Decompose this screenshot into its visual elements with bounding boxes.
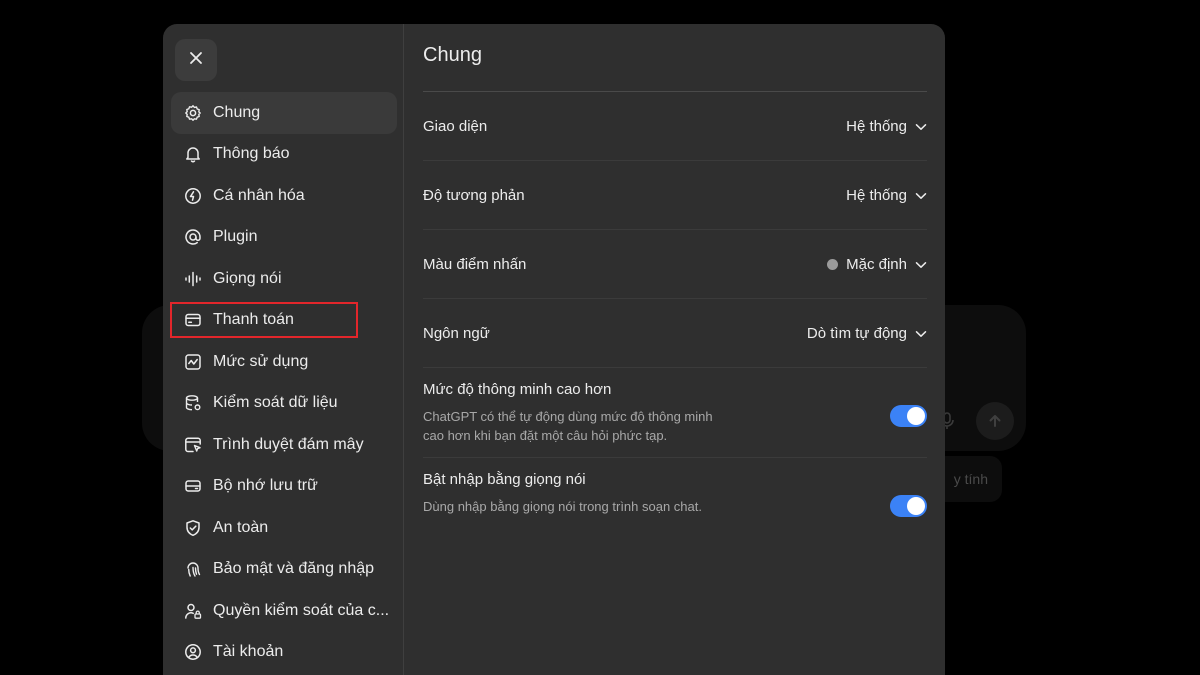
- card-icon: [183, 310, 203, 330]
- select-value: Dò tìm tự động: [806, 324, 907, 342]
- toggle-title: Bật nhập bằng giọng nói: [423, 471, 586, 488]
- sidebar-item-giong-noi[interactable]: Giọng nói: [171, 258, 397, 300]
- background-chip-label: y tính: [953, 471, 988, 487]
- sidebar-item-trinh-duyet-dam-may[interactable]: Trình duyệt đám mây: [171, 424, 397, 466]
- chevron-down-icon: [915, 187, 927, 204]
- shield-icon: [183, 518, 203, 538]
- sidebar-item-label: Tài khoản: [213, 643, 284, 661]
- settings-nav: Chung Thông báo Cá nhân hóa Plugin Giọng…: [170, 92, 403, 674]
- setting-label: Giao diện: [423, 117, 488, 135]
- waveform-icon: [183, 269, 203, 289]
- sidebar-item-plugin[interactable]: Plugin: [171, 217, 397, 259]
- personalize-icon: [183, 186, 203, 206]
- sidebar-item-label: An toàn: [213, 518, 269, 536]
- sidebar-item-label: Cá nhân hóa: [213, 186, 305, 204]
- voice-input-toggle[interactable]: [890, 495, 927, 517]
- cloud-browser-icon: [183, 435, 203, 455]
- sidebar-item-thanh-toan[interactable]: Thanh toán: [170, 300, 397, 342]
- user-lock-icon: [183, 601, 203, 621]
- accent-color-dot: [827, 258, 839, 270]
- settings-sidebar: Chung Thông báo Cá nhân hóa Plugin Giọng…: [163, 24, 404, 675]
- contrast-select[interactable]: Hệ thống: [846, 187, 927, 204]
- sidebar-item-label: Bộ nhớ lưu trữ: [213, 477, 318, 495]
- gear-icon: [183, 103, 203, 123]
- sidebar-item-label: Quyền kiểm soát của c...: [213, 601, 390, 619]
- setting-row-mau-diem-nhan: Màu điểm nhấn Mặc định: [423, 230, 927, 299]
- setting-label: Màu điểm nhấn: [423, 255, 527, 273]
- storage-icon: [183, 476, 203, 496]
- select-value: Hệ thống: [846, 186, 907, 204]
- select-value: Mặc định: [846, 255, 907, 273]
- setting-row-giao-dien: Giao diện Hệ thống: [423, 92, 927, 161]
- settings-modal: Chung Thông báo Cá nhân hóa Plugin Giọng…: [163, 24, 945, 675]
- toggle-description: Dùng nhập bằng giọng nói trong trình soạ…: [423, 499, 702, 514]
- accent-color-select[interactable]: Mặc định: [827, 256, 927, 273]
- sidebar-item-label: Thông báo: [213, 145, 290, 163]
- chevron-down-icon: [915, 256, 927, 273]
- sidebar-item-thong-bao[interactable]: Thông báo: [171, 134, 397, 176]
- sidebar-item-label: Mức sử dụng: [213, 352, 309, 370]
- sidebar-item-label: Plugin: [213, 228, 258, 246]
- setting-row-smarter-model: Mức độ thông minh cao hơn ChatGPT có thể…: [423, 368, 927, 458]
- setting-row-voice-input: Bật nhập bằng giọng nói Dùng nhập bằng g…: [423, 458, 927, 529]
- chart-icon: [183, 352, 203, 372]
- account-icon: [183, 642, 203, 662]
- sidebar-item-bo-nho-luu-tru[interactable]: Bộ nhớ lưu trữ: [171, 466, 397, 508]
- fingerprint-icon: [183, 559, 203, 579]
- sidebar-item-label: Thanh toán: [213, 311, 294, 329]
- sidebar-item-kiem-soat-du-lieu[interactable]: Kiểm soát dữ liệu: [171, 383, 397, 425]
- sidebar-item-chung[interactable]: Chung: [171, 92, 397, 134]
- sidebar-item-tai-khoan[interactable]: Tài khoản: [171, 632, 397, 674]
- sidebar-item-ca-nhan-hoa[interactable]: Cá nhân hóa: [171, 175, 397, 217]
- chevron-down-icon: [915, 325, 927, 342]
- setting-row-do-tuong-phan: Độ tương phản Hệ thống: [423, 161, 927, 230]
- sidebar-item-label: Giọng nói: [213, 269, 282, 287]
- settings-content: Chung Giao diện Hệ thống Độ tương phản H…: [404, 24, 945, 675]
- sidebar-item-muc-su-dung[interactable]: Mức sử dụng: [171, 341, 397, 383]
- smarter-model-toggle[interactable]: [890, 405, 927, 427]
- setting-label: Ngôn ngữ: [423, 324, 490, 342]
- toggle-title: Mức độ thông minh cao hơn: [423, 381, 612, 398]
- database-icon: [183, 393, 203, 413]
- at-icon: [183, 227, 203, 247]
- page-title: Chung: [423, 24, 927, 92]
- sidebar-item-label: Chung: [213, 103, 261, 121]
- toggle-description: ChatGPT có thể tự động dùng mức độ thông…: [423, 409, 713, 443]
- theme-select[interactable]: Hệ thống: [846, 118, 927, 135]
- sidebar-item-quyen-kiem-soat[interactable]: Quyền kiểm soát của c...: [171, 590, 397, 632]
- select-value: Hệ thống: [846, 117, 907, 135]
- close-button[interactable]: [175, 39, 217, 81]
- sidebar-item-an-toan[interactable]: An toàn: [171, 507, 397, 549]
- sidebar-item-label: Bảo mật và đăng nhập: [213, 560, 375, 578]
- background-send-icon: [976, 402, 1014, 440]
- sidebar-item-label: Kiểm soát dữ liệu: [213, 394, 338, 412]
- chevron-down-icon: [915, 118, 927, 135]
- setting-label: Độ tương phản: [423, 186, 525, 204]
- sidebar-item-label: Trình duyệt đám mây: [213, 435, 364, 453]
- sidebar-item-bao-mat-va-dang-nhap[interactable]: Bảo mật và đăng nhập: [171, 549, 397, 591]
- close-icon: [188, 50, 204, 71]
- bell-icon: [183, 144, 203, 164]
- language-select[interactable]: Dò tìm tự động: [807, 325, 927, 342]
- setting-row-ngon-ngu: Ngôn ngữ Dò tìm tự động: [423, 299, 927, 368]
